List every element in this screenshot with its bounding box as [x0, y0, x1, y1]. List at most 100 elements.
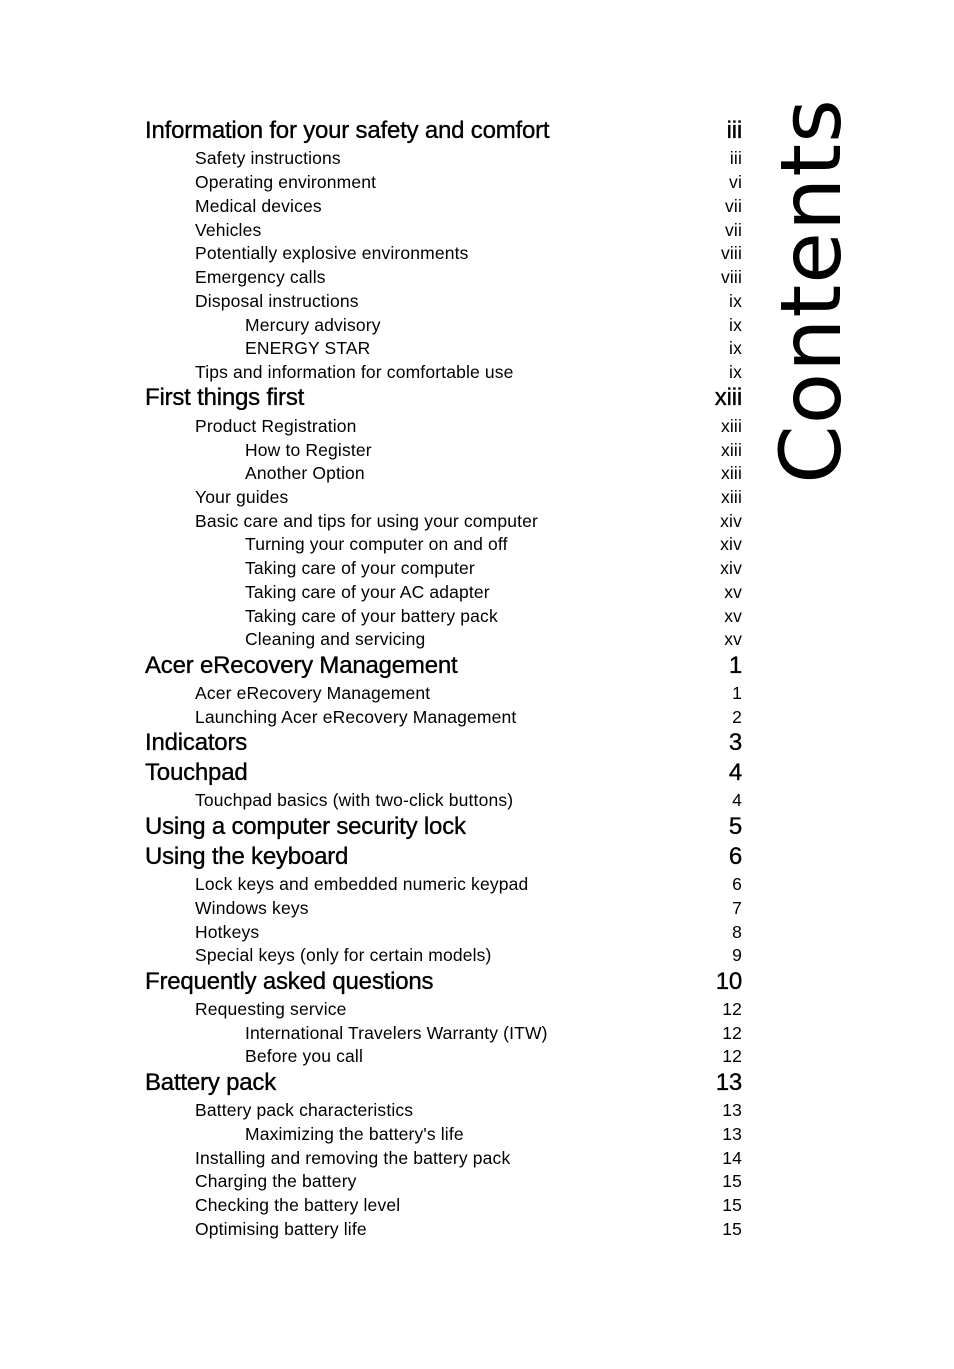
- toc-entry-page-number: 14: [722, 1148, 742, 1169]
- toc-section-entry[interactable]: Launching Acer eRecovery Management 2: [145, 709, 742, 727]
- toc-entry-title: Indicators: [145, 729, 248, 757]
- toc-section-entry[interactable]: Basic care and tips for using your compu…: [145, 513, 742, 531]
- toc-entry-title: Cleaning and servicing: [245, 629, 426, 650]
- toc-entry-page-number: 6: [732, 874, 742, 895]
- toc-entry-title: Battery pack: [145, 1069, 277, 1097]
- toc-entry-title: Acer eRecovery Management: [195, 683, 431, 704]
- toc-section-entry[interactable]: Battery pack characteristics 13: [145, 1102, 742, 1120]
- toc-entry-title: International Travelers Warranty (ITW): [245, 1023, 548, 1044]
- toc-entry-title: ENERGY STAR: [245, 338, 371, 359]
- toc-entry-page-number: xv: [724, 606, 742, 627]
- toc-entry-title: Vehicles: [195, 220, 262, 241]
- toc-subsection-entry[interactable]: How to Register xiii: [145, 442, 742, 460]
- toc-entry-page-number: 1: [732, 683, 742, 704]
- toc-chapter-entry[interactable]: Frequently asked questions 10: [145, 970, 743, 994]
- toc-chapter-entry[interactable]: Using the keyboard 6: [145, 845, 743, 869]
- toc-chapter-entry[interactable]: First things first xiii: [145, 384, 743, 412]
- toc-section-entry[interactable]: Windows keys 7: [145, 900, 742, 918]
- toc-chapter-entry[interactable]: Battery pack 13: [145, 1069, 743, 1097]
- toc-entry-page-number: xiii: [720, 440, 742, 461]
- toc-entry-page-number: 9: [732, 945, 742, 966]
- toc-subsection-entry[interactable]: Taking care of your battery pack xv: [145, 608, 742, 626]
- toc-entry-title: Touchpad: [145, 759, 248, 787]
- toc-entry-page-number: 15: [722, 1195, 742, 1216]
- toc-entry-page-number: 12: [722, 1046, 742, 1067]
- toc-entry-page-number: viii: [720, 243, 742, 264]
- toc-subsection-entry[interactable]: Cleaning and servicing xv: [145, 631, 742, 649]
- toc-chapter-entry[interactable]: Acer eRecovery Management 1: [145, 652, 743, 680]
- toc-section-entry[interactable]: Safety instructions iii: [145, 150, 742, 168]
- toc-chapter-entry[interactable]: Touchpad 4: [145, 759, 743, 787]
- toc-entry-title: Touchpad basics (with two-click buttons): [195, 790, 514, 811]
- toc-entry-title: First things first: [145, 384, 305, 412]
- toc-entry-page-number: xiii: [720, 487, 742, 508]
- toc-subsection-entry[interactable]: Taking care of your computer xiv: [145, 560, 742, 578]
- toc-subsection-entry[interactable]: Turning your computer on and off xiv: [145, 536, 742, 554]
- toc-section-entry[interactable]: Emergency calls viii: [145, 269, 742, 287]
- toc-section-entry[interactable]: Hotkeys 8: [145, 924, 742, 942]
- toc-section-entry[interactable]: Checking the battery level 15: [145, 1197, 742, 1215]
- toc-entry-page-number: 15: [722, 1219, 742, 1240]
- toc-entry-page-number: xv: [724, 582, 742, 603]
- toc-section-entry[interactable]: Requesting service 12: [145, 1001, 742, 1019]
- toc-entry-title: Optimising battery life: [195, 1219, 367, 1240]
- toc-subsection-entry[interactable]: ENERGY STAR ix: [145, 340, 742, 358]
- toc-section-entry[interactable]: Lock keys and embedded numeric keypad 6: [145, 876, 742, 894]
- toc-section-entry[interactable]: Medical devices vii: [145, 198, 742, 216]
- toc-section-entry[interactable]: Optimising battery life 15: [145, 1221, 742, 1239]
- toc-entry-page-number: ix: [729, 315, 742, 336]
- toc-subsection-entry[interactable]: Before you call 12: [145, 1048, 742, 1066]
- toc-entry-page-number: 15: [722, 1171, 742, 1192]
- toc-entry-page-number: 12: [722, 1023, 742, 1044]
- toc-section-entry[interactable]: Special keys (only for certain models) 9: [145, 947, 742, 965]
- toc-entry-page-number: vii: [725, 196, 742, 217]
- toc-entry-page-number: xiii: [714, 384, 743, 412]
- toc-entry-title: Taking care of your AC adapter: [245, 582, 490, 603]
- toc-entry-title: Tips and information for comfortable use: [195, 362, 514, 383]
- toc-entry-title: How to Register: [245, 440, 372, 461]
- toc-section-entry[interactable]: Charging the battery 15: [145, 1173, 742, 1191]
- toc-section-entry[interactable]: Vehicles vii: [145, 222, 742, 240]
- toc-entry-page-number: 2: [732, 707, 742, 728]
- toc-chapter-entry[interactable]: Using a computer security lock 5: [145, 813, 743, 841]
- toc-subsection-entry[interactable]: Another Option xiii: [145, 465, 742, 483]
- toc-entry-title: Taking care of your battery pack: [245, 606, 498, 627]
- toc-entry-title: Maximizing the battery's life: [245, 1124, 464, 1145]
- toc-subsection-entry[interactable]: International Travelers Warranty (ITW) 12: [145, 1025, 742, 1043]
- toc-entry-page-number: 5: [728, 813, 743, 841]
- toc-section-entry[interactable]: Operating environment vi: [145, 174, 742, 192]
- toc-entry-page-number: 1: [728, 652, 743, 680]
- toc-chapter-entry[interactable]: Information for your safety and comfort i…: [145, 117, 743, 145]
- toc-section-entry[interactable]: Product Registration xiii: [145, 418, 742, 436]
- toc-subsection-entry[interactable]: Taking care of your AC adapter xv: [145, 584, 742, 602]
- toc-section-entry[interactable]: Your guides xiii: [145, 489, 742, 507]
- table-of-contents: Information for your safety and comfort i…: [0, 0, 954, 1369]
- toc-entry-title: Emergency calls: [195, 267, 326, 288]
- toc-section-entry[interactable]: Acer eRecovery Management 1: [145, 685, 742, 703]
- toc-chapter-entry[interactable]: Indicators 3: [145, 729, 743, 757]
- toc-entry-title: Before you call: [245, 1046, 364, 1067]
- toc-section-entry[interactable]: Potentially explosive environments viii: [145, 245, 742, 263]
- toc-entry-title: Information for your safety and comfort: [145, 117, 550, 145]
- toc-entry-page-number: ix: [729, 338, 742, 359]
- toc-section-entry[interactable]: Tips and information for comfortable use…: [145, 364, 742, 382]
- toc-subsection-entry[interactable]: Mercury advisory ix: [145, 317, 742, 335]
- toc-entry-page-number: viii: [720, 267, 742, 288]
- toc-section-entry[interactable]: Touchpad basics (with two-click buttons)…: [145, 792, 742, 810]
- toc-entry-title: Medical devices: [195, 196, 322, 217]
- toc-entry-page-number: 13: [715, 1069, 743, 1097]
- toc-entry-title: Mercury advisory: [245, 315, 381, 336]
- toc-entry-page-number: xiv: [720, 558, 742, 579]
- toc-section-entry[interactable]: Installing and removing the battery pack…: [145, 1150, 742, 1168]
- toc-entry-page-number: iii: [726, 117, 742, 145]
- toc-entry-page-number: 4: [732, 790, 742, 811]
- toc-subsection-entry[interactable]: Maximizing the battery's life 13: [145, 1126, 742, 1144]
- toc-entry-title: Charging the battery: [195, 1171, 357, 1192]
- toc-entry-title: Hotkeys: [195, 922, 260, 943]
- toc-entry-title: Another Option: [245, 463, 365, 484]
- toc-entry-page-number: 13: [722, 1100, 742, 1121]
- toc-entry-page-number: iii: [729, 148, 742, 169]
- toc-section-entry[interactable]: Disposal instructions ix: [145, 293, 742, 311]
- toc-entry-page-number: 7: [732, 898, 742, 919]
- toc-entry-title: Basic care and tips for using your compu…: [195, 511, 539, 532]
